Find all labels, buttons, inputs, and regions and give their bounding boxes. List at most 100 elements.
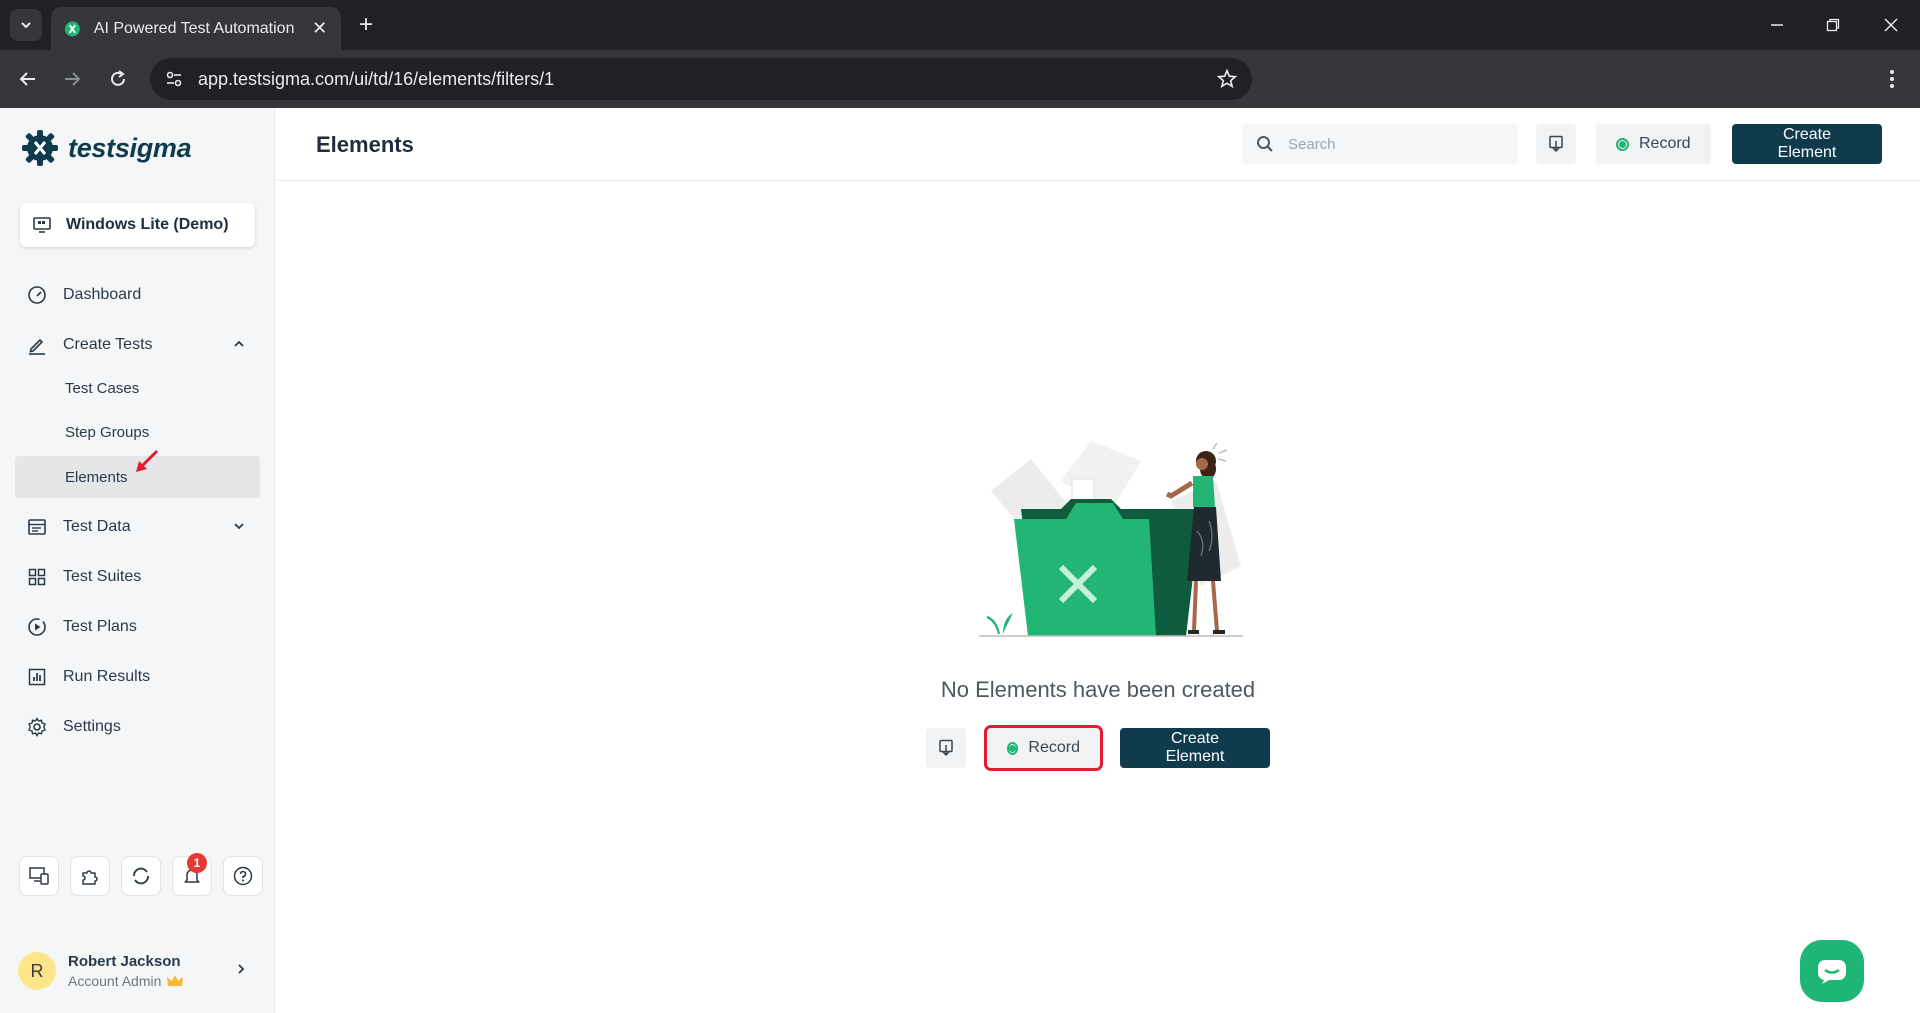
chevron-right-icon — [238, 964, 245, 974]
notifications-button[interactable]: 1 — [172, 853, 212, 896]
sidebar-item-run-results[interactable]: Run Results — [15, 656, 260, 698]
sidebar-item-create-tests[interactable]: Create Tests — [15, 324, 260, 366]
browser-menu-button[interactable] — [1882, 65, 1902, 93]
star-icon[interactable] — [1216, 68, 1238, 90]
import-button[interactable] — [1536, 124, 1576, 164]
avatar: R — [18, 952, 56, 990]
record-button[interactable]: Record — [1596, 124, 1711, 164]
tab-title: AI Powered Test Automation Pla — [93, 19, 301, 37]
puzzle-icon — [82, 870, 98, 885]
sidebar-item-test-data[interactable]: Test Data — [15, 506, 260, 548]
search-box[interactable] — [1242, 124, 1518, 164]
sidebar: testsigma Windows Lite (Demo) Dashboard … — [0, 108, 275, 1013]
sidebar-item-label: Settings — [63, 718, 121, 735]
minimize-icon — [1771, 24, 1783, 26]
search-input[interactable] — [1288, 135, 1488, 153]
arrow-left-icon — [19, 72, 35, 86]
sidebar-item-label: Dashboard — [63, 286, 142, 303]
reload-icon — [111, 70, 125, 86]
sidebar-utility-bar: 1 — [19, 853, 263, 896]
play-circle-icon — [28, 618, 46, 636]
pencil-icon — [29, 338, 45, 355]
page-title: Elements — [316, 132, 414, 157]
chevron-down-icon[interactable] — [232, 519, 246, 533]
chevron-up-icon[interactable] — [232, 337, 246, 351]
sidebar-item-test-plans[interactable]: Test Plans — [15, 606, 260, 648]
sidebar-item-label: Test Plans — [63, 618, 137, 635]
crown-icon — [167, 975, 184, 986]
testsigma-favicon-icon — [64, 20, 80, 37]
red-arrow-pointer-icon — [136, 449, 159, 472]
upload-tray-icon — [1549, 135, 1563, 153]
site-settings-icon[interactable] — [164, 69, 184, 89]
gear-icon — [28, 717, 46, 737]
address-bar[interactable]: app.testsigma.com/ui/td/16/elements/filt… — [150, 58, 1252, 100]
user-role: Account Admin — [68, 973, 162, 989]
browser-toolbar: app.testsigma.com/ui/td/16/elements/filt… — [0, 50, 1920, 108]
browser-tab-bar: AI Powered Test Automation Pla ✕ + — [0, 0, 1920, 50]
empty-record-button[interactable]: Record — [984, 725, 1103, 771]
addons-button[interactable] — [70, 856, 110, 896]
restore-icon — [1826, 18, 1840, 32]
sidebar-item-label: Step Groups — [65, 423, 150, 441]
restore-button[interactable] — [1818, 12, 1848, 38]
sidebar-item-settings[interactable]: Settings — [15, 706, 260, 748]
user-profile[interactable]: R Robert Jackson Account Admin — [18, 946, 258, 996]
sidebar-item-label: Create Tests — [63, 336, 153, 353]
sidebar-item-elements[interactable]: Elements — [15, 449, 260, 498]
search-icon — [1257, 136, 1273, 152]
grid-icon — [28, 568, 46, 586]
brand-name: testsigma — [68, 132, 192, 163]
table-data-icon — [28, 519, 46, 535]
empty-import-button[interactable] — [926, 728, 966, 768]
sidebar-item-label: Elements — [65, 468, 128, 486]
sidebar-item-label: Test Suites — [63, 568, 142, 585]
help-circle-icon — [233, 866, 253, 886]
sync-button[interactable] — [121, 856, 161, 896]
sidebar-item-test-cases[interactable]: Test Cases — [15, 367, 260, 409]
record-label: Record — [1639, 135, 1691, 152]
chat-widget-button[interactable] — [1800, 940, 1864, 1002]
back-button[interactable] — [14, 65, 42, 93]
create-element-button[interactable]: Create Element — [1732, 124, 1882, 164]
create-element-label: Create Element — [1777, 126, 1837, 161]
arrow-right-icon — [65, 72, 81, 86]
chevron-down-icon — [21, 22, 31, 29]
browser-tab[interactable]: AI Powered Test Automation Pla ✕ — [51, 7, 341, 50]
desktop-icon — [33, 217, 51, 233]
url-text: app.testsigma.com/ui/td/16/elements/filt… — [198, 68, 555, 89]
record-icon — [1007, 741, 1019, 755]
sidebar-item-label: Run Results — [63, 668, 151, 685]
create-element-label: Create Element — [1165, 730, 1225, 765]
sidebar-item-test-suites[interactable]: Test Suites — [15, 556, 260, 598]
workspace-selector[interactable]: Windows Lite (Demo) — [20, 203, 255, 247]
devices-button[interactable] — [19, 856, 59, 896]
sidebar-item-step-groups[interactable]: Step Groups — [15, 411, 260, 453]
sidebar-item-label: Test Data — [63, 518, 131, 535]
empty-folder-illustration — [979, 441, 1243, 637]
minimize-button[interactable] — [1762, 12, 1792, 38]
gauge-icon — [28, 286, 46, 304]
chat-icon — [1818, 960, 1846, 984]
notification-badge: 1 — [187, 853, 207, 873]
close-icon — [1884, 18, 1898, 32]
more-vertical-icon — [1890, 70, 1894, 88]
tab-close-icon[interactable]: ✕ — [310, 18, 329, 39]
empty-state-message: No Elements have been created — [940, 677, 1256, 702]
monitor-plus-icon — [29, 867, 49, 885]
empty-create-element-button[interactable]: Create Element — [1120, 728, 1270, 768]
new-tab-button[interactable]: + — [352, 11, 380, 39]
forward-button[interactable] — [58, 65, 86, 93]
refresh-circle-icon — [133, 867, 149, 885]
reload-button[interactable] — [104, 65, 132, 93]
sidebar-item-dashboard[interactable]: Dashboard — [15, 274, 260, 316]
record-icon — [1616, 137, 1629, 151]
upload-tray-icon — [939, 739, 953, 757]
bar-chart-icon — [28, 668, 46, 686]
record-label: Record — [1028, 739, 1080, 756]
close-window-button[interactable] — [1876, 12, 1906, 38]
help-button[interactable] — [223, 856, 263, 896]
brand-logo[interactable]: testsigma — [20, 128, 192, 168]
tab-search-button[interactable] — [10, 9, 42, 41]
page-header: Elements Record Create Element — [276, 108, 1920, 181]
